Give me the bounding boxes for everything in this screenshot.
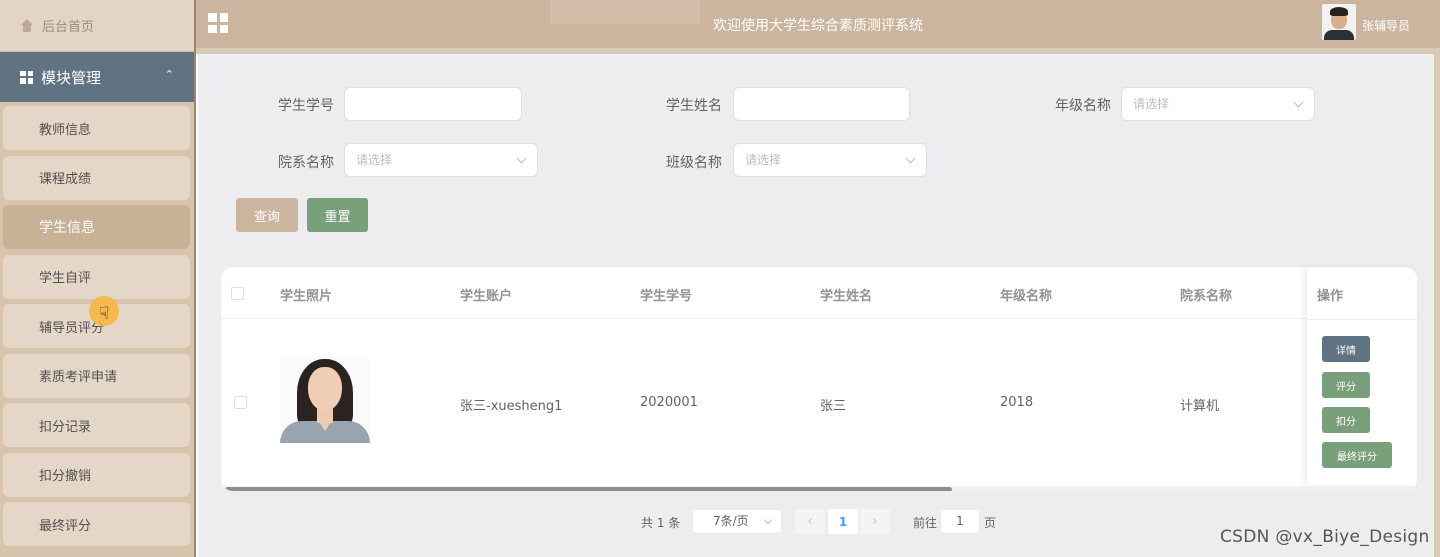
dept-label: 院系名称 (278, 155, 334, 171)
deduct-button[interactable]: 扣分 (1322, 407, 1370, 433)
goto-label: 前往 (913, 516, 938, 530)
col-header-photo: 学生照片 (280, 289, 333, 304)
col-header-dept: 院系名称 (1180, 289, 1233, 304)
goto-page-input[interactable]: 1 (940, 509, 980, 534)
final-score-button[interactable]: 最终评分 (1322, 442, 1392, 468)
watermark-text: CSDN @vx_Biye_Design (1220, 527, 1430, 547)
dept-select[interactable]: 请选择 (344, 143, 538, 177)
select-all-checkbox[interactable] (231, 287, 244, 300)
grade-label: 年级名称 (1055, 98, 1111, 114)
sidebar-item-label: 素质考评申请 (39, 370, 118, 385)
sidebar-item-label: 学生自评 (39, 271, 92, 286)
cell-account: 张三-xuesheng1 (460, 399, 563, 414)
col-header-student-no: 学生学号 (640, 289, 693, 304)
class-select[interactable]: 请选择 (733, 143, 927, 177)
col-header-name: 学生姓名 (820, 289, 873, 304)
score-button[interactable]: 评分 (1322, 372, 1370, 398)
operations-column: 操作 详情 评分 扣分 最终评分 (1306, 267, 1416, 485)
page-size-select[interactable]: 7条/页 (692, 509, 782, 534)
pagination-total: 共 1 条 (641, 516, 681, 530)
sidebar-item-deduction-records[interactable]: 扣分记录 (3, 403, 190, 447)
reset-button[interactable]: 重置 (307, 198, 368, 232)
sidebar-item-teacher-info[interactable]: 教师信息 (3, 106, 190, 150)
col-header-grade: 年级名称 (1000, 289, 1053, 304)
user-avatar[interactable] (1322, 4, 1356, 40)
cell-name: 张三 (820, 399, 847, 414)
home-icon (20, 18, 34, 33)
hand-cursor-icon: ☟ (99, 304, 110, 324)
grade-select[interactable]: 请选择 (1121, 87, 1315, 121)
sidebar-item-label: 最终评分 (39, 518, 92, 534)
system-title: 欢迎使用大学生综合素质测评系统 (713, 18, 923, 34)
top-header: 欢迎使用大学生综合素质测评系统 张辅导员 (196, 0, 1440, 48)
student-photo (280, 357, 370, 443)
user-name[interactable]: 张辅导员 (1362, 17, 1410, 34)
cell-student-no: 2020001 (640, 395, 698, 410)
cell-grade: 2018 (1000, 395, 1034, 410)
chevron-up-icon: ⌃ (164, 68, 174, 81)
cell-dept: 计算机 (1180, 399, 1220, 414)
student-name-label: 学生姓名 (666, 98, 722, 114)
grid-icon (20, 70, 33, 84)
table-header: 学生照片 学生账户 学生学号 学生姓名 年级名称 院系名称 (221, 267, 1417, 319)
page-suffix: 页 (984, 516, 997, 530)
detail-button[interactable]: 详情 (1322, 336, 1370, 362)
sidebar-item-course-scores[interactable]: 课程成绩 (3, 155, 190, 200)
sidebar-item-final-score[interactable]: 最终评分 (3, 502, 190, 546)
student-name-input[interactable] (733, 87, 910, 121)
sidebar: 后台首页 模块管理 ⌃ 教师信息 课程成绩 学生信息 学生自评 辅导员评分 素质… (0, 0, 196, 557)
col-header-account: 学生账户 (460, 289, 513, 304)
sidebar-item-deduction-revoke[interactable]: 扣分撤销 (3, 452, 190, 497)
sidebar-home[interactable]: 后台首页 (0, 0, 194, 52)
main-content: 学生学号 学生姓名 年级名称 请选择 院系名称 请选择 班级名称 请选择 查询 … (198, 54, 1434, 557)
sidebar-item-label: 学生信息 (39, 220, 95, 236)
sidebar-module-header[interactable]: 模块管理 ⌃ (0, 52, 194, 102)
horizontal-scrollbar[interactable] (225, 487, 952, 491)
student-table: 学生照片 学生账户 学生学号 学生姓名 年级名称 院系名称 张三-xueshen… (221, 267, 1417, 491)
row-checkbox[interactable] (234, 396, 247, 409)
right-edge-strip (1434, 54, 1440, 557)
sidebar-module-label: 模块管理 (41, 68, 102, 87)
sidebar-item-label: 课程成绩 (39, 172, 92, 187)
chevron-left-icon[interactable]: ‹ (795, 509, 825, 534)
student-no-input[interactable] (344, 87, 522, 121)
sidebar-home-label: 后台首页 (42, 20, 95, 35)
header-divider-line (1307, 319, 1416, 320)
chevron-right-icon[interactable]: › (860, 509, 890, 534)
class-label: 班级名称 (666, 155, 722, 171)
col-header-operations: 操作 (1317, 289, 1344, 304)
sidebar-item-label: 教师信息 (39, 122, 92, 138)
page-number-current[interactable]: 1 (828, 509, 858, 534)
sidebar-item-student-info[interactable]: 学生信息 (3, 205, 190, 249)
student-no-label: 学生学号 (278, 98, 334, 114)
sidebar-item-quality-application[interactable]: 素质考评申请 (3, 353, 190, 398)
sidebar-item-self-evaluation[interactable]: 学生自评 (3, 254, 190, 299)
sidebar-item-label: 扣分记录 (39, 419, 92, 435)
query-button[interactable]: 查询 (236, 198, 298, 232)
sidebar-item-label: 扣分撤销 (39, 469, 92, 484)
